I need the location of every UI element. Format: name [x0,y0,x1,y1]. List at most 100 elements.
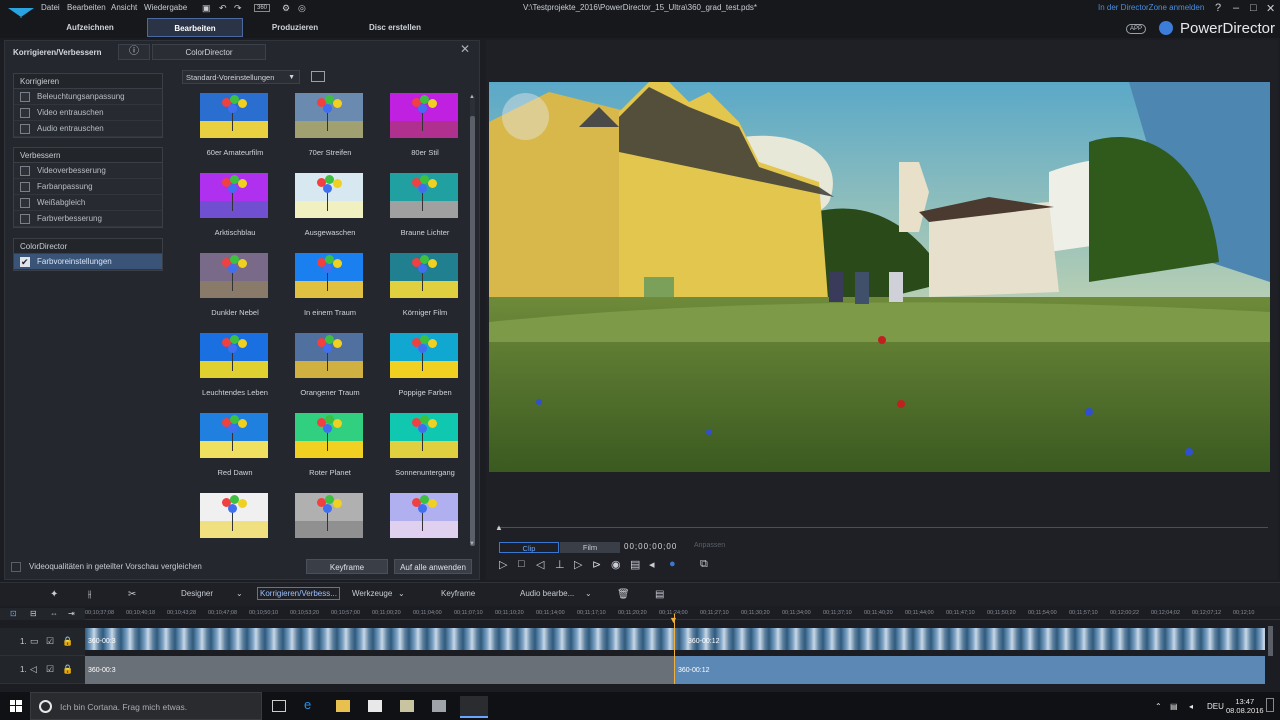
directorzone-login-link[interactable]: In der DirectorZone anmelden [1098,3,1204,12]
audio-edit-menu[interactable]: Audio bearbe... [520,589,574,598]
item-farbanpassung[interactable]: Farbanpassung [14,179,162,195]
cortana-search-box[interactable]: Ich bin Cortana. Frag mich etwas. [30,692,262,720]
track-enable-checkbox[interactable]: ☑ [46,636,54,647]
edge-browser-icon[interactable]: e [304,697,318,712]
keyframe-button[interactable]: Keyframe [306,559,388,574]
timecode-display[interactable]: 00;00;00;00 [624,542,677,551]
tab-disc-erstellen[interactable]: Disc erstellen [345,18,445,37]
item-audio-entrauschen[interactable]: Audio entrauschen [14,121,162,137]
checkbox-checked[interactable] [20,254,30,270]
app-badge[interactable]: APP [1126,24,1147,34]
checkbox[interactable] [20,124,30,134]
preset-tile[interactable]: Körniger Film [380,253,465,333]
audio-clip-2[interactable] [674,656,1265,684]
close-panel-icon[interactable]: ✕ [460,42,470,56]
item-farbvoreinstellungen[interactable]: Farbvoreinstellungen [14,254,162,270]
timeline-view-icon[interactable]: ⊡ [10,609,17,618]
preset-thumbnail[interactable] [200,413,268,458]
app-icon[interactable] [432,700,446,712]
preset-tile[interactable]: Orangener Traum [285,333,375,413]
minimize-icon[interactable]: – [1233,2,1239,14]
apply-all-button[interactable]: Auf alle anwenden [394,559,472,574]
film-mode-tab[interactable]: Film [560,542,620,553]
store-icon[interactable] [368,700,382,712]
previous-frame-icon[interactable]: ◁ [536,558,544,571]
powerdirector-taskbar-icon[interactable] [460,696,488,718]
preset-tile[interactable] [190,493,280,549]
item-weissabgleich[interactable]: Weißabgleich [14,195,162,211]
item-videoverbesserung[interactable]: Videoverbesserung [14,163,162,179]
clip-mode-tab[interactable]: Clip [499,542,559,553]
volume-icon[interactable]: ◂ [649,558,655,571]
checkbox[interactable] [20,166,30,176]
checkbox[interactable] [20,214,30,224]
preset-tile[interactable]: 80er Stil [380,93,465,173]
preset-thumbnail[interactable] [200,333,268,378]
subtitle-icon[interactable]: ▤ [630,558,640,571]
preset-dropdown[interactable]: Standard-Voreinstellungen ▼ [182,70,300,84]
tab-bearbeiten[interactable]: Bearbeiten [147,18,243,37]
split-preview-checkbox[interactable] [11,562,21,572]
lock-icon[interactable]: 🔒 [62,636,73,647]
chevron-down-icon[interactable]: ⌄ [398,589,405,598]
split-icon[interactable]: ⫲ [88,589,91,600]
preset-tile[interactable]: Arktischblau [190,173,280,253]
preset-tile[interactable] [380,493,465,549]
file-explorer-icon[interactable] [336,700,350,712]
fit-dropdown[interactable]: Anpassen [694,542,725,549]
undock-preview-icon[interactable]: ⧉ [700,558,708,571]
preset-thumbnail[interactable] [200,173,268,218]
stop-icon[interactable]: □ [518,558,525,570]
maximize-icon[interactable]: □ [1250,2,1257,14]
chevron-down-icon[interactable]: ⌄ [585,589,592,598]
zoom-fit-icon[interactable]: ⇔ [50,609,58,618]
preset-thumbnail[interactable] [200,493,268,538]
volume-tray-icon[interactable]: ◂ [1189,702,1193,711]
close-window-icon[interactable]: ✕ [1266,2,1275,15]
scroll-down-icon[interactable]: ▼ [469,541,475,547]
colordirector-button[interactable]: ColorDirector [152,44,266,60]
scissors-icon[interactable]: ✂ [128,589,136,600]
next-frame-icon[interactable]: ▷ [574,558,582,571]
windows-start-icon[interactable] [10,700,22,712]
app-icon[interactable] [400,700,414,712]
network-icon[interactable]: ▤ [1170,702,1178,711]
preset-tile[interactable]: Roter Planet [285,413,375,493]
preset-tile[interactable]: Sonnenuntergang [380,413,465,493]
preset-tile[interactable] [285,493,375,549]
item-farbverbesserung[interactable]: Farbverbesserung [14,211,162,227]
scrub-handle-icon[interactable]: ▲ [495,523,503,532]
preset-tile[interactable]: Ausgewaschen [285,173,375,253]
preview-scrub-bar[interactable] [497,527,1268,528]
preset-tile[interactable]: 70er Streifen [285,93,375,173]
preset-tile[interactable]: Braune Lichter [380,173,465,253]
video-clip-thumbnails[interactable] [85,628,1265,650]
preset-thumbnail[interactable] [200,253,268,298]
play-icon[interactable]: ▷ [499,558,507,571]
magic-tools-icon[interactable]: ✦ [50,589,58,600]
preset-thumbnail[interactable] [295,173,363,218]
preset-thumbnail[interactable] [295,333,363,378]
designer-menu[interactable]: Designer [181,589,213,598]
preset-thumbnail[interactable] [295,253,363,298]
help-icon[interactable]: ? [1215,2,1221,14]
tools-menu[interactable]: Werkzeuge [352,589,392,598]
chevron-down-icon[interactable]: ⌄ [236,589,243,598]
tab-aufzeichnen[interactable]: Aufzeichnen [40,18,140,37]
checkbox[interactable] [20,198,30,208]
preset-thumbnail[interactable] [390,413,458,458]
preset-thumbnail[interactable] [295,493,363,538]
preset-thumbnail[interactable] [390,253,458,298]
preset-tile[interactable]: Leuchtendes Leben [190,333,280,413]
preset-tile[interactable]: In einem Traum [285,253,375,333]
preset-tile[interactable]: 60er Amateurfilm [190,93,280,173]
preset-tile[interactable]: Dunkler Nebel [190,253,280,333]
track-enable-checkbox[interactable]: ☑ [46,664,54,675]
clip-list-icon[interactable]: ▤ [655,589,664,600]
preset-thumbnail[interactable] [390,93,458,138]
preset-thumbnail[interactable] [295,413,363,458]
lock-icon[interactable]: 🔒 [62,664,73,675]
scroll-up-icon[interactable]: ▲ [469,94,475,100]
360-view-icon[interactable]: ● [669,558,676,570]
audio-clip-1[interactable] [85,656,674,684]
